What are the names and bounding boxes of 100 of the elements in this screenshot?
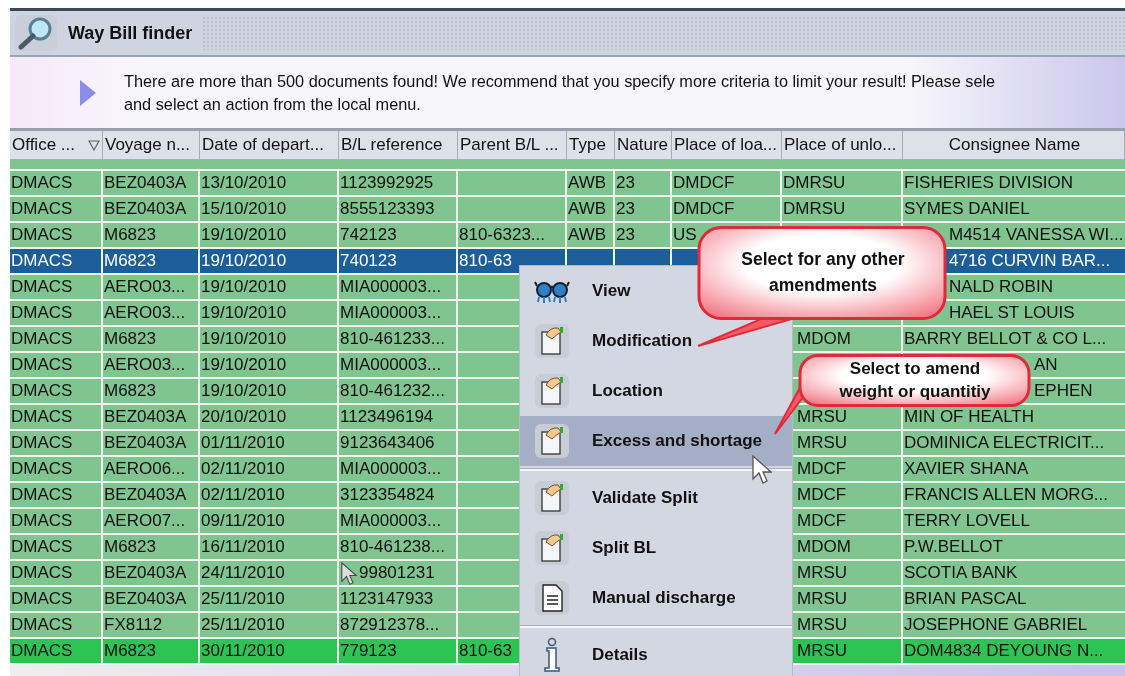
table-cell: MDCF [797,459,847,479]
table-cell: 810-461233... [340,329,445,349]
table-cell: AN [1034,355,1058,375]
table-cell: MDCF [797,511,847,531]
table-cell: EPHEN [1034,381,1093,401]
table-cell: 30/11/2010 [201,641,285,661]
table-cell: 01/11/2010 [201,433,285,453]
table-cell: 09/11/2010 [201,511,285,531]
table-cell: SCOTIA BANK [904,563,1018,583]
table-cell: MDCF [797,485,847,505]
table-cell: DMACS [11,199,73,219]
table-cell: 810-461232... [340,381,445,401]
table-cell: MDOM [797,329,851,349]
table-cell: 9123643406 [340,433,435,453]
table-cell: 13/10/2010 [201,173,287,193]
table-cell: DMRSU [783,199,846,219]
table-cell: 1123992925 [340,173,434,193]
table-cell: 19/10/2010 [201,381,287,401]
table-cell: 02/11/2010 [201,459,285,479]
table-cell: DMDCF [673,199,735,219]
table-cell: M4514 VANESSA WI... [949,225,1124,245]
table-cell: BEZ0403A [104,433,187,453]
table-cell: BEZ0403A [104,563,187,583]
table-cell: TERRY LOVELL [904,511,1030,531]
table-cell: AWB [568,225,607,245]
table-cell: M6823 [104,537,156,557]
table-cell: AWB [568,199,607,219]
table-cell: 810-461238... [340,537,445,557]
table-cell: DMACS [11,537,73,557]
table-cell: MIA000003... [340,303,442,323]
table-cell: 20/10/2010 [201,407,287,427]
table-cell: 810-6323... [459,225,545,245]
table-cell: P.W.BELLOT [904,537,1003,557]
table-cell: BEZ0403A [104,173,187,193]
table-cell: MIA000003... [340,459,442,479]
table-cell: DMACS [11,563,73,583]
table-cell: AERO03... [104,303,186,323]
table-cell: MIA000003... [340,355,442,375]
table-cell: BEZ0403A [104,199,187,219]
table-cell: US [673,225,697,245]
banner-text: and select an action from the local menu. [124,94,422,114]
table-cell: JOSEPHONE GABRIEL [904,615,1088,635]
table-cell: 19/10/2010 [201,303,287,323]
table-cell: 4716 CURVIN BAR... [949,251,1111,271]
table-cell: 1123147933 [340,589,434,609]
table-cell: BEZ0403A [104,407,187,427]
table-cell: 3123354824 [340,485,435,505]
table-cell: DMACS [11,251,73,271]
table-cell: DMACS [11,641,73,661]
table-cell: 742123 [340,225,397,245]
table-cell: BRIAN PASCAL [904,589,1027,609]
table-cell: M6823 [104,251,156,271]
table-cell: MDOM [797,537,851,557]
table-cell: DMRSU [783,173,846,193]
table-cell: MRSU [797,641,848,661]
table-cell: AERO06... [104,459,186,479]
table-cell: MRSU [797,433,848,453]
table-cell: 19/10/2010 [201,225,287,245]
table-cell: AERO03... [104,277,186,297]
table-cell: 25/11/2010 [201,615,285,635]
table-cell: MIA000003... [340,511,442,531]
table-cell: DMACS [11,459,73,479]
table-cell: DMACS [11,433,73,453]
table-cell: DMACS [11,511,73,531]
table-cell: 740123 [340,251,397,271]
table-cell: AERO07... [104,511,186,531]
table-cell: 19/10/2010 [201,277,287,297]
table-cell: BEZ0403A [104,589,187,609]
table-cell: 23 [616,225,635,245]
table-cell: MRSU [797,563,848,583]
table-cell: MIN OF HEALTH [904,407,1035,427]
table-cell: 99801231 [359,563,435,583]
table-cell: SYMES DANIEL [904,199,1030,219]
table-cell: 16/11/2010 [201,537,285,557]
table-cell: FX8112 [104,615,163,635]
table-cell: 02/11/2010 [201,485,285,505]
table-cell: NALD ROBIN [949,277,1053,297]
table-cell: DMACS [11,329,73,349]
table-cell: DMACS [11,615,73,635]
table-cell: DMACS [11,303,73,323]
table-cell: MIA000003... [340,277,442,297]
table-cell: 15/10/2010 [201,199,287,219]
table-cell: 25/11/2010 [201,589,285,609]
table-cell: MRSU [797,589,848,609]
table-cell: 24/11/2010 [201,563,285,583]
table-cell: 872912378... [340,615,440,635]
table-cell: M6823 [104,641,156,661]
callout-text: Select to amend weight or quantitiy [838,358,992,403]
table-cell: 19/10/2010 [201,329,287,349]
table-cell: DMACS [11,225,73,245]
table-cell: 23 [616,173,635,193]
banner-text: There are more than 500 documents found! We recommend that you specify more criteria to limit your result! Please sele [124,71,996,91]
table-cell: HAEL ST LOUIS [949,303,1075,323]
table-cell: DMACS [11,381,73,401]
table-cell: DOM4834 DEYOUNG N... [904,641,1104,661]
window-title: Way Bill finder [68,22,193,44]
table-cell: 8555123393 [340,199,435,219]
table-cell: 1123496194 [340,407,434,427]
table-cell: BEZ0403A [104,485,187,505]
table-cell: DMACS [11,277,73,297]
